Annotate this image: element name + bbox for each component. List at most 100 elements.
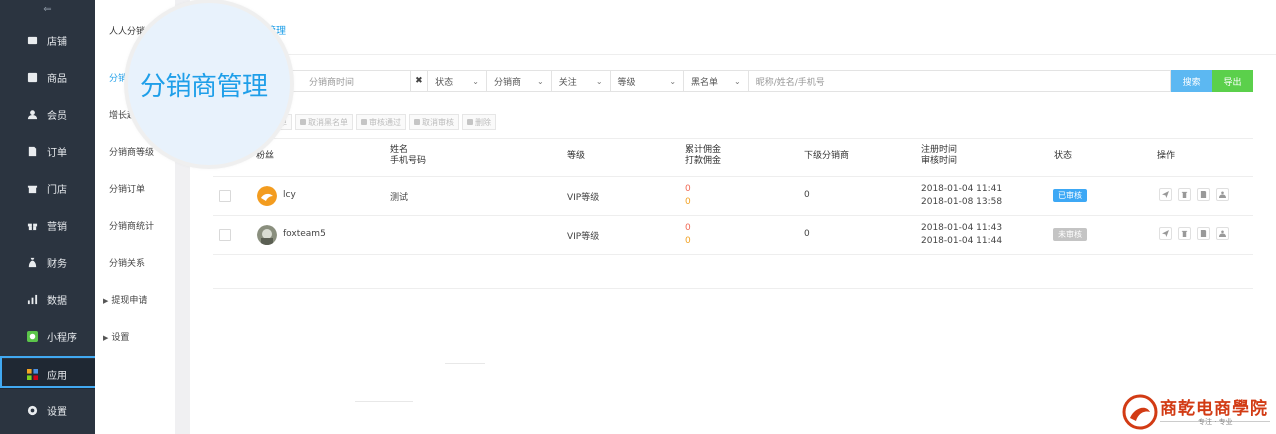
follow-select-value: 关注 <box>558 77 577 88</box>
chevron-down-icon: ⌄ <box>472 76 479 86</box>
bar-chart-icon <box>26 293 38 305</box>
bulk-label: 删除 <box>475 117 491 127</box>
sidebar-item-store[interactable]: 店铺 <box>0 25 95 55</box>
status-badge: 未审核 <box>1053 228 1087 241</box>
subnav-item-relations[interactable]: 分销关系 <box>109 256 145 269</box>
detail-button[interactable] <box>1197 227 1210 240</box>
row-checkbox[interactable] <box>219 190 231 202</box>
sidebar-item-label: 店铺 <box>47 36 67 48</box>
export-button[interactable]: 导出 <box>1212 70 1253 92</box>
sidebar-item-shop[interactable]: 门店 <box>0 173 95 203</box>
search-placeholder: 昵称/姓名/手机号 <box>755 77 825 88</box>
brand-watermark: 商乾电商學院 专注 · 专业 <box>1120 390 1276 434</box>
send-button[interactable] <box>1159 188 1172 201</box>
col-review-time-label: 审核时间 <box>921 156 958 166</box>
follow-select[interactable]: 关注 ⌄ <box>550 70 611 92</box>
mini-program-icon <box>26 330 38 342</box>
shop-icon <box>26 182 38 194</box>
bulk-unapprove-button[interactable]: 取消审核 <box>409 114 459 130</box>
sidebar-item-settings[interactable]: 设置 <box>0 395 95 425</box>
bulk-approve-button[interactable]: 审核通过 <box>356 114 406 130</box>
send-button[interactable] <box>1159 227 1172 240</box>
delete-button[interactable] <box>1178 227 1191 240</box>
users-button[interactable] <box>1216 188 1229 201</box>
col-fans: 粉丝 <box>256 151 275 161</box>
detail-button[interactable] <box>1197 188 1210 201</box>
sidebar-item-label: 财务 <box>47 258 67 270</box>
distributor-select[interactable]: 分销商 ⌄ <box>485 70 552 92</box>
bulk-label: 审核通过 <box>369 117 401 127</box>
paid-commission: 0 <box>685 236 691 246</box>
document-icon <box>1200 191 1207 198</box>
sidebar-item-label: 营销 <box>47 221 67 233</box>
brand-logo-icon <box>1122 394 1158 430</box>
col-level: 等级 <box>567 151 586 161</box>
level-value: VIP等级 <box>567 193 600 203</box>
bulk-delete-button[interactable]: 删除 <box>462 114 496 130</box>
sub-count: 0 <box>804 229 810 239</box>
divider <box>355 401 413 402</box>
subnav-item-levels[interactable]: 分销商等级 <box>109 145 154 158</box>
col-name-label: 姓名 <box>390 145 409 155</box>
col-actions: 操作 <box>1157 151 1176 161</box>
blacklist-select[interactable]: 黑名单 ⌄ <box>683 70 749 92</box>
subnav-group-label: 提现申请 <box>111 296 148 306</box>
delete-button[interactable] <box>1178 188 1191 201</box>
search-input[interactable]: 昵称/姓名/手机号 <box>747 70 1172 92</box>
col-paid-commission-label: 打款佣金 <box>685 156 722 166</box>
top-bar: 管理 <box>190 0 1276 55</box>
register-time: 2018-01-04 11:43 <box>921 223 1003 233</box>
caret-right-icon: ▶ <box>103 297 109 305</box>
status-select[interactable]: 状态 ⌄ <box>427 70 487 92</box>
subnav-group-withdraw[interactable]: ▶ 提现申请 <box>103 293 148 306</box>
row-checkbox[interactable] <box>219 229 231 241</box>
paid-commission: 0 <box>685 197 691 207</box>
chevron-down-icon: ⌄ <box>734 76 741 86</box>
sidebar-item-label: 小程序 <box>47 332 77 344</box>
avatar <box>257 225 277 245</box>
sidebar-item-mini-program[interactable]: 小程序 <box>0 321 95 351</box>
subnav-item-orders[interactable]: 分销订单 <box>109 182 145 195</box>
col-phone-label: 手机号码 <box>390 156 427 166</box>
sidebar-item-finance[interactable]: 财务 <box>0 247 95 277</box>
register-time: 2018-01-04 11:41 <box>921 184 1003 194</box>
users-icon <box>1219 191 1226 198</box>
total-commission: 0 <box>685 223 691 233</box>
search-button[interactable]: 搜索 <box>1171 70 1213 92</box>
sidebar-item-apps[interactable]: 应用 <box>0 356 97 389</box>
level-select[interactable]: 等级 ⌄ <box>609 70 685 92</box>
subnav-group-label: 设置 <box>111 333 130 343</box>
distributor-table: 粉丝 姓名 手机号码 等级 累计佣金 打款佣金 下级分销商 注册时间 审核时间 状态 … <box>213 138 1253 289</box>
sidebar-item-order[interactable]: 订单 <box>0 136 95 166</box>
table-header: 粉丝 姓名 手机号码 等级 累计佣金 打款佣金 下级分销商 注册时间 审核时间 状态 … <box>213 138 1253 177</box>
sidebar-item-marketing[interactable]: 营销 <box>0 210 95 240</box>
bulk-label: 取消审核 <box>422 117 454 127</box>
sidebar-item-member[interactable]: 会员 <box>0 99 95 129</box>
filter-bar: 分销商时间 ✖ 状态 ⌄ 分销商 ⌄ 关注 ⌄ 等级 ⌄ 黑名单 ⌄ 昵称/姓名/手机号 … <box>213 70 1253 92</box>
col-commission: 累计佣金 打款佣金 <box>685 145 721 167</box>
send-icon <box>1162 191 1169 198</box>
bulk-unblacklist-button[interactable]: 取消黑名单 <box>295 114 353 130</box>
subnav-item-stats[interactable]: 分销商统计 <box>109 219 154 232</box>
review-time: 2018-01-04 11:44 <box>921 236 1003 246</box>
subnav-group-settings[interactable]: ▶ 设置 <box>103 330 130 343</box>
user-icon <box>300 119 306 125</box>
sidebar-item-label: 应用 <box>47 370 67 382</box>
users-button[interactable] <box>1216 227 1229 240</box>
apps-grid-icon <box>26 368 38 380</box>
sidebar-item-goods[interactable]: 商品 <box>0 62 95 92</box>
status-select-value: 状态 <box>435 77 454 88</box>
fan-name: lcy <box>283 190 296 200</box>
sidebar-item-data[interactable]: 数据 <box>0 284 95 314</box>
trash-icon <box>467 119 473 125</box>
bulk-label: 取消黑名单 <box>308 117 348 127</box>
sidebar-item-label: 门店 <box>47 184 67 196</box>
clear-time-button[interactable]: ✖ <box>409 70 429 92</box>
close-icon: ✖ <box>415 76 423 86</box>
collapse-menu-icon[interactable]: ⇐ <box>0 0 95 18</box>
cancel-icon <box>414 119 420 125</box>
table-row: lcy 测试 VIP等级 0 0 0 2018-01-04 11:41 2018… <box>213 177 1253 216</box>
fan-name: foxteam5 <box>283 229 326 239</box>
sidebar-item-label: 商品 <box>47 73 67 85</box>
subnav-header: 人人分销 <box>109 27 146 37</box>
